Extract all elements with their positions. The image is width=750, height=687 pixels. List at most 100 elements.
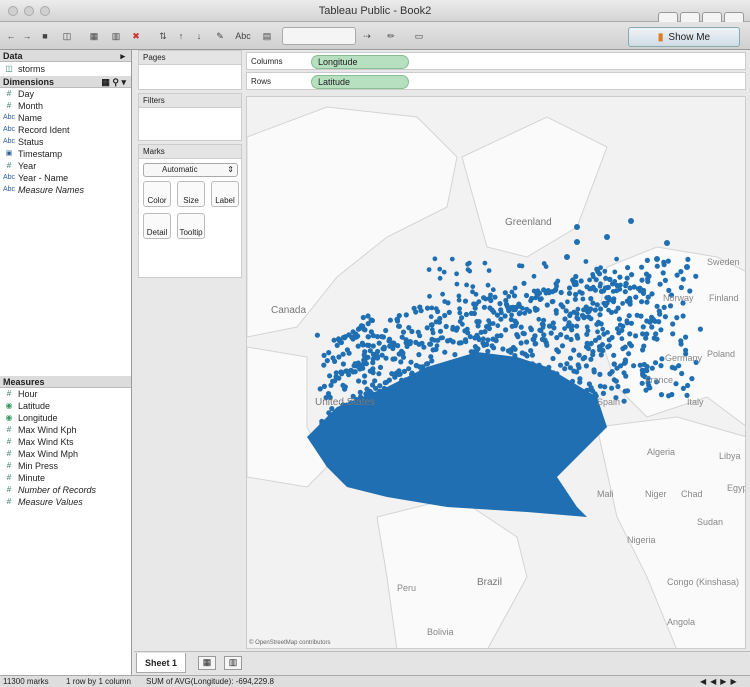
map-view[interactable]: Greenland Sweden Finland Norway Canada German… [246, 96, 746, 649]
storm-point [428, 314, 434, 320]
storm-point [612, 279, 618, 284]
storm-point [497, 301, 503, 307]
storm-point [442, 377, 448, 383]
storm-point [319, 421, 325, 427]
close-window-button[interactable] [8, 6, 18, 16]
longitude-pill[interactable]: Longitude [311, 55, 409, 69]
pin-axis-icon[interactable]: ⇢ [360, 27, 374, 45]
forward-icon[interactable]: → [20, 27, 34, 45]
storm-point [340, 382, 346, 388]
field-item[interactable]: Abc Status [0, 136, 131, 148]
storm-point [517, 401, 523, 407]
back-icon[interactable]: ← [4, 27, 18, 45]
field-item[interactable]: Abc Measure Names [0, 184, 131, 196]
mark-type-dropdown[interactable]: Automatic ⇕ [143, 163, 238, 177]
color-button[interactable]: Color [143, 181, 171, 207]
abc-icon: Abc [2, 186, 16, 193]
fit-icon[interactable]: ▤ [256, 27, 278, 45]
storm-point [370, 333, 376, 339]
search-icon[interactable]: ▦ ⚲ ▾ [101, 76, 126, 88]
annotate-icon[interactable]: ✏ [380, 27, 402, 45]
field-item[interactable]: # Max Wind Mph [0, 448, 131, 460]
sort-desc-icon[interactable]: ↓ [192, 27, 206, 45]
field-item[interactable]: # Day [0, 88, 131, 100]
storm-point [598, 281, 603, 287]
storm-point [572, 296, 578, 302]
storm-point [408, 379, 414, 385]
field-item[interactable]: # Hour [0, 388, 131, 400]
swap-icon[interactable]: ⇅ [156, 27, 170, 45]
detail-button[interactable]: Detail [143, 213, 171, 239]
save-icon[interactable]: ■ [38, 27, 52, 45]
storm-point [327, 373, 333, 379]
datasource-icon[interactable]: ◫ [60, 27, 74, 45]
field-item[interactable]: # Number of Records [0, 484, 131, 496]
show-labels-button[interactable]: Abc [234, 27, 252, 45]
storm-point [369, 410, 375, 416]
zoom-window-button[interactable] [40, 6, 50, 16]
sort-asc-icon[interactable]: ↑ [174, 27, 188, 45]
storm-point [569, 323, 575, 329]
storm-point [325, 391, 332, 397]
tab-sheet-1[interactable]: Sheet 1 [136, 653, 186, 673]
storm-point [516, 301, 522, 307]
label-button[interactable]: Label [211, 181, 239, 207]
storm-point [386, 377, 392, 383]
storm-point [531, 273, 537, 279]
storm-point [481, 343, 487, 348]
storm-point [573, 291, 579, 298]
sheet-nav-arrows[interactable]: ◀◀▶▶ [700, 676, 741, 687]
field-item[interactable]: # Max Wind Kph [0, 424, 131, 436]
storm-point [336, 375, 342, 381]
latitude-pill[interactable]: Latitude [311, 75, 409, 89]
show-me-button[interactable]: ▮ Show Me [628, 27, 740, 47]
storm-point [452, 352, 458, 358]
presentation-icon[interactable]: ▭ [412, 27, 426, 45]
columns-label: Columns [251, 57, 283, 66]
new-sheet-icon[interactable]: ▦ [84, 27, 104, 45]
rows-shelf[interactable]: Rows Latitude [246, 72, 746, 90]
field-item[interactable]: Abc Name [0, 112, 131, 124]
storm-point [610, 289, 616, 294]
pages-card[interactable]: Pages [138, 50, 242, 90]
storm-point [639, 264, 645, 270]
datasource-item[interactable]: ◫ storms [0, 62, 131, 76]
field-item[interactable]: # Min Press [0, 460, 131, 472]
field-item[interactable]: ▣ Timestamp [0, 148, 131, 160]
storm-point [522, 310, 528, 316]
storm-point [503, 297, 509, 304]
storm-point [449, 374, 456, 380]
field-item[interactable]: # Month [0, 100, 131, 112]
minimize-window-button[interactable] [24, 6, 34, 16]
field-item[interactable]: # Year [0, 160, 131, 172]
field-item[interactable]: Abc Year - Name [0, 172, 131, 184]
filters-card[interactable]: Filters [138, 93, 242, 141]
field-item[interactable]: # Minute [0, 472, 131, 484]
storm-point [482, 329, 488, 335]
new-dashboard-icon[interactable]: ▥ [224, 656, 242, 670]
collapse-icon[interactable]: ▸ [120, 50, 125, 62]
highlight-icon[interactable]: ✎ [210, 27, 230, 45]
columns-shelf[interactable]: Columns Longitude [246, 52, 746, 70]
duplicate-sheet-icon[interactable]: ▥ [108, 27, 124, 45]
field-item[interactable]: ◉ Longitude [0, 412, 131, 424]
size-button[interactable]: Size [177, 181, 205, 207]
storm-point [474, 397, 480, 403]
field-item[interactable]: # Max Wind Kts [0, 436, 131, 448]
clear-sheet-icon[interactable]: ✖ [126, 27, 146, 45]
field-item[interactable]: ◉ Latitude [0, 400, 131, 412]
field-item[interactable]: # Measure Values [0, 496, 131, 508]
storm-point [520, 305, 525, 311]
tooltip-button[interactable]: Tooltip [177, 213, 205, 239]
storm-point [464, 282, 469, 288]
storm-point [349, 334, 355, 340]
map-label: Bolivia [427, 627, 454, 637]
field-label: Measure Names [18, 185, 85, 195]
new-worksheet-icon[interactable]: ▦ [198, 656, 216, 670]
fit-dropdown[interactable] [282, 27, 356, 45]
storm-point [547, 385, 553, 391]
field-item[interactable]: Abc Record Ident [0, 124, 131, 136]
storm-point [415, 329, 421, 335]
storm-point [529, 352, 535, 358]
storm-point [485, 385, 491, 391]
